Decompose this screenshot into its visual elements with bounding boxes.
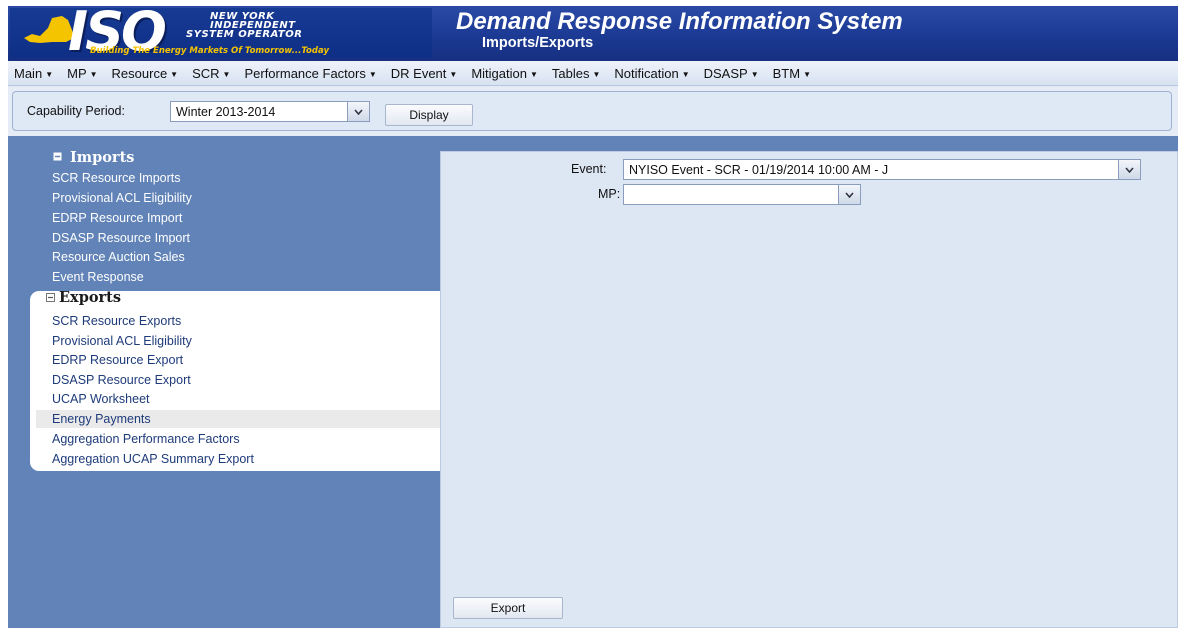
caret-down-icon: ▼ (681, 69, 690, 79)
mp-select[interactable] (623, 184, 861, 205)
sidebar-item-resource-auction-sales[interactable]: Resource Auction Sales (52, 250, 185, 264)
sidebar-item-event-response[interactable]: Event Response (52, 270, 144, 284)
menu-btm[interactable]: BTM ▼ (773, 66, 811, 81)
logo-org-line3: SYSTEM OPERATOR (186, 29, 303, 40)
nyiso-logo: ISO NEW YORK INDEPENDENT SYSTEM OPERATOR… (10, 8, 432, 58)
sidebar-item-provisional-acl-eligibility[interactable]: Provisional ACL Eligibility (52, 191, 192, 205)
main-menu-bar: Main ▼ MP ▼ Resource ▼ SCR ▼ Performance Fac… (8, 61, 1178, 86)
collapse-icon[interactable] (53, 152, 62, 161)
caret-down-icon: ▼ (529, 69, 538, 79)
toolbar-area: Capability Period: Winter 2013-2014 Disp… (8, 86, 1178, 136)
menu-scr[interactable]: SCR ▼ (192, 66, 230, 81)
sidebar-item-edrp-resource-import[interactable]: EDRP Resource Import (52, 211, 182, 225)
sidebar-item-scr-resource-exports[interactable]: SCR Resource Exports (52, 314, 181, 328)
caret-down-icon: ▼ (750, 69, 759, 79)
caret-down-icon: ▼ (449, 69, 458, 79)
menu-tables[interactable]: Tables ▼ (552, 66, 601, 81)
dropdown-arrow-button[interactable] (1118, 160, 1140, 179)
dropdown-arrow-button[interactable] (838, 185, 860, 204)
capability-period-select[interactable]: Winter 2013-2014 (170, 101, 370, 122)
event-select[interactable]: NYISO Event - SCR - 01/19/2014 10:00 AM … (623, 159, 1141, 180)
caret-down-icon: ▼ (368, 69, 377, 79)
main-area: Imports SCR Resource Imports Provisional… (8, 136, 1178, 628)
sidebar-item-edrp-resource-export[interactable]: EDRP Resource Export (52, 353, 183, 367)
sidebar-item-scr-resource-imports[interactable]: SCR Resource Imports (52, 171, 181, 185)
caret-down-icon: ▼ (89, 69, 98, 79)
chevron-down-icon (354, 108, 363, 115)
chevron-down-icon (1125, 166, 1134, 173)
menu-dr-event[interactable]: DR Event ▼ (391, 66, 458, 81)
caret-down-icon: ▼ (45, 69, 54, 79)
capability-period-value: Winter 2013-2014 (176, 105, 276, 119)
event-label: Event: (571, 162, 607, 176)
menu-dsasp[interactable]: DSASP ▼ (704, 66, 759, 81)
collapse-icon[interactable] (46, 293, 55, 302)
sidebar-item-dsasp-resource-export[interactable]: DSASP Resource Export (52, 373, 191, 387)
sidebar-item-aggregation-ucap-summary-export[interactable]: Aggregation UCAP Summary Export (52, 452, 254, 466)
menu-performance-factors[interactable]: Performance Factors ▼ (244, 66, 376, 81)
menu-notification[interactable]: Notification ▼ (614, 66, 689, 81)
menu-mitigation[interactable]: Mitigation ▼ (471, 66, 538, 81)
mp-label: MP: (598, 187, 621, 201)
app-title: Demand Response Information System (456, 8, 903, 35)
sidebar-item-dsasp-resource-import[interactable]: DSASP Resource Import (52, 231, 190, 245)
event-value: NYISO Event - SCR - 01/19/2014 10:00 AM … (629, 163, 889, 177)
menu-mp[interactable]: MP ▼ (67, 66, 97, 81)
caret-down-icon: ▼ (222, 69, 231, 79)
menu-main[interactable]: Main ▼ (14, 66, 53, 81)
dropdown-arrow-button[interactable] (347, 102, 369, 121)
capability-period-label: Capability Period: (27, 104, 125, 118)
exports-section-title[interactable]: Exports (59, 289, 121, 306)
capability-toolbar: Capability Period: Winter 2013-2014 Disp… (12, 91, 1172, 131)
caret-down-icon: ▼ (170, 69, 179, 79)
display-button[interactable]: Display (385, 104, 473, 126)
sidebar-item-ucap-worksheet[interactable]: UCAP Worksheet (52, 392, 150, 406)
chevron-down-icon (845, 191, 854, 198)
content-pane (440, 151, 1178, 628)
page-subtitle: Imports/Exports (482, 35, 594, 51)
sidebar-item-aggregation-performance-factors[interactable]: Aggregation Performance Factors (52, 432, 240, 446)
caret-down-icon: ▼ (592, 69, 601, 79)
sidebar-item-energy-payments[interactable]: Energy Payments (52, 412, 151, 426)
app-header: ISO NEW YORK INDEPENDENT SYSTEM OPERATOR… (8, 6, 1178, 61)
menu-resource[interactable]: Resource ▼ (112, 66, 179, 81)
logo-tagline: Building The Energy Markets Of Tomorrow.… (90, 46, 329, 56)
sidebar-item-provisional-acl-eligibility-export[interactable]: Provisional ACL Eligibility (52, 334, 192, 348)
export-button[interactable]: Export (453, 597, 563, 619)
imports-section-title[interactable]: Imports (70, 149, 134, 166)
caret-down-icon: ▼ (803, 69, 811, 79)
